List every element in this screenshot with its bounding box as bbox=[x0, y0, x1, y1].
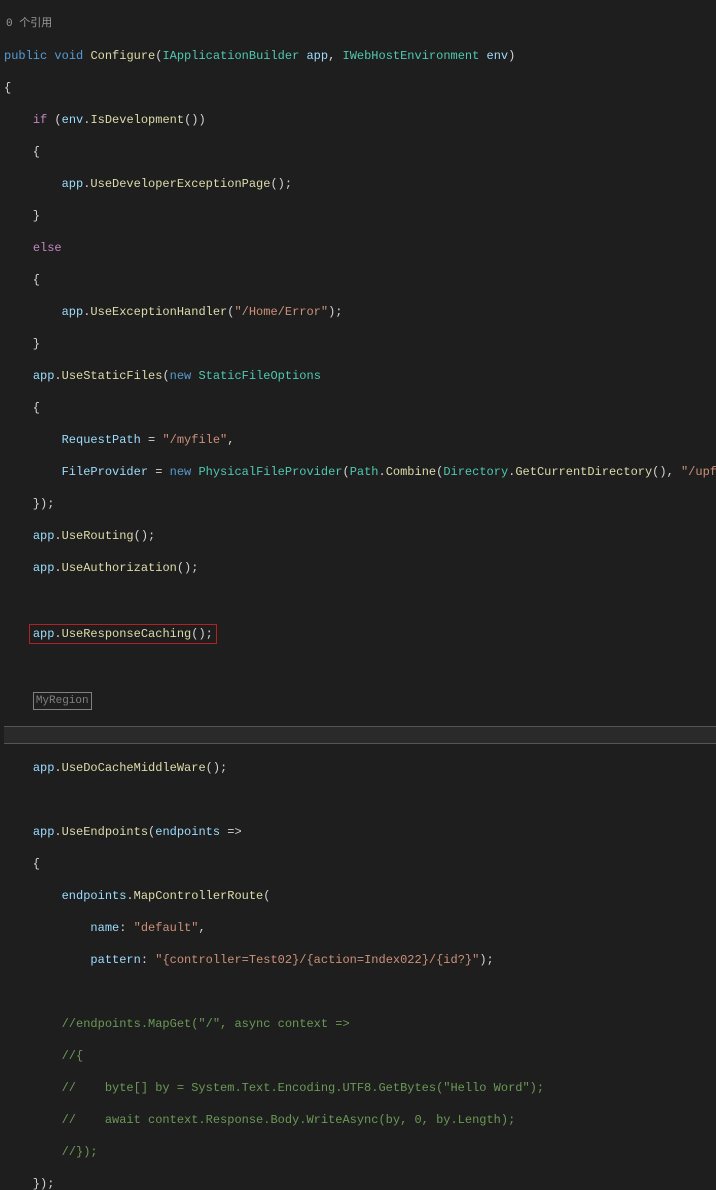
code-line: { bbox=[4, 272, 716, 288]
codelens-references[interactable]: 0 个引用 bbox=[4, 16, 716, 32]
code-line: endpoints.MapControllerRoute( bbox=[4, 888, 716, 904]
code-line: else bbox=[4, 240, 716, 256]
code-line: }); bbox=[4, 496, 716, 512]
code-line: app.UseRouting(); bbox=[4, 528, 716, 544]
region-fold[interactable]: MyRegion bbox=[4, 692, 716, 710]
code-line: { bbox=[4, 144, 716, 160]
code-line: } bbox=[4, 336, 716, 352]
code-line: FileProvider = new PhysicalFileProvider(… bbox=[4, 464, 716, 480]
code-line-highlighted: app.UseResponseCaching(); bbox=[4, 624, 716, 644]
code-line: pattern: "{controller=Test02}/{action=In… bbox=[4, 952, 716, 968]
code-line: app.UseExceptionHandler("/Home/Error"); bbox=[4, 304, 716, 320]
code-line bbox=[4, 984, 716, 1000]
code-line bbox=[4, 792, 716, 808]
code-editor[interactable]: 0 个引用 public void Configure(IApplication… bbox=[0, 0, 716, 1190]
code-line: //{ bbox=[4, 1048, 716, 1064]
code-line: //}); bbox=[4, 1144, 716, 1160]
code-line: name: "default", bbox=[4, 920, 716, 936]
code-line: app.UseAuthorization(); bbox=[4, 560, 716, 576]
code-line: if (env.IsDevelopment()) bbox=[4, 112, 716, 128]
code-line bbox=[4, 592, 716, 608]
code-line: public void Configure(IApplicationBuilde… bbox=[4, 48, 716, 64]
region-label: MyRegion bbox=[33, 692, 92, 710]
code-line: { bbox=[4, 856, 716, 872]
code-line: }); bbox=[4, 1176, 716, 1190]
code-line: } bbox=[4, 208, 716, 224]
code-line bbox=[4, 660, 716, 676]
code-line: // await context.Response.Body.WriteAsyn… bbox=[4, 1112, 716, 1128]
code-line: app.UseEndpoints(endpoints => bbox=[4, 824, 716, 840]
highlight-box: app.UseResponseCaching(); bbox=[29, 624, 217, 644]
cursor-line[interactable] bbox=[4, 726, 716, 744]
code-line: // byte[] by = System.Text.Encoding.UTF8… bbox=[4, 1080, 716, 1096]
code-line: RequestPath = "/myfile", bbox=[4, 432, 716, 448]
code-line: //endpoints.MapGet("/", async context => bbox=[4, 1016, 716, 1032]
code-line: { bbox=[4, 400, 716, 416]
code-line: app.UseDoCacheMiddleWare(); bbox=[4, 760, 716, 776]
code-line: { bbox=[4, 80, 716, 96]
code-line: app.UseStaticFiles(new StaticFileOptions bbox=[4, 368, 716, 384]
code-line: app.UseDeveloperExceptionPage(); bbox=[4, 176, 716, 192]
